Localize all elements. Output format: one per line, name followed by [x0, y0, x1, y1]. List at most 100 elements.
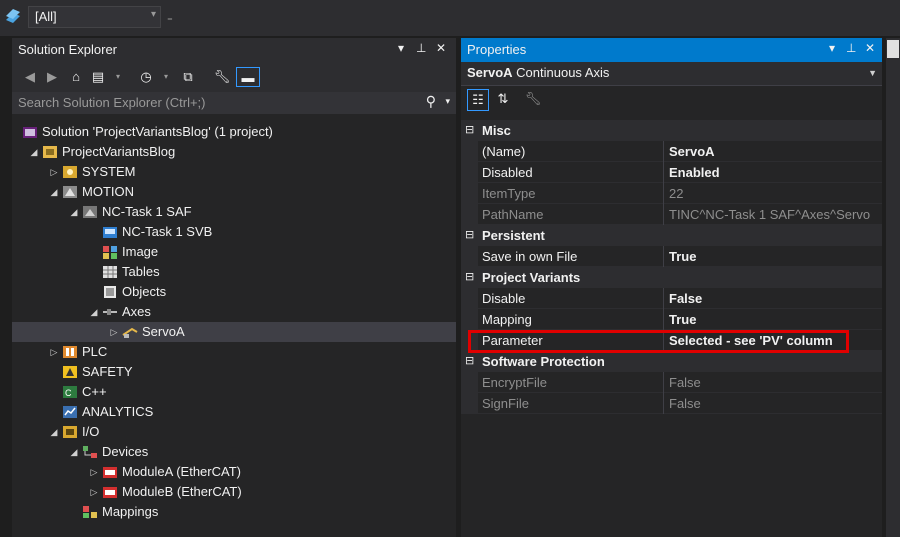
pin-icon[interactable]: ⊥ — [416, 41, 426, 55]
collapsed-arrow-icon[interactable]: ▷ — [108, 322, 120, 342]
tree-node[interactable]: ◢ I/O — [12, 422, 456, 442]
property-value[interactable]: ServoA — [669, 141, 881, 162]
tree-node[interactable]: ◢ NC-Task 1 SAF — [12, 202, 456, 222]
property-category[interactable]: ⊟ Software Protection — [461, 351, 882, 372]
alphabetical-icon[interactable]: ⇅ — [493, 89, 513, 109]
tree-node[interactable]: NC-Task 1 SVB — [12, 222, 456, 242]
expanded-arrow-icon[interactable]: ◢ — [28, 142, 40, 162]
switch-views-icon[interactable]: ▤ — [88, 67, 108, 87]
chevron-down-icon[interactable]: ▾ — [156, 67, 176, 87]
property-value[interactable]: True — [669, 246, 881, 267]
tree-node[interactable]: ◢ ProjectVariantsBlog — [12, 142, 456, 162]
tree-node[interactable]: Mappings — [12, 502, 456, 522]
close-icon[interactable]: ✕ — [865, 41, 875, 55]
expanded-arrow-icon[interactable]: ◢ — [68, 202, 80, 222]
configuration-icon[interactable] — [4, 8, 22, 24]
property-value[interactable]: Enabled — [669, 162, 881, 183]
collapsed-arrow-icon[interactable]: ▷ — [88, 482, 100, 502]
tree-node[interactable]: ▷ ModuleB (EtherCAT) — [12, 482, 456, 502]
tree-node[interactable]: ▷ ServoA — [12, 322, 456, 342]
expanded-arrow-icon[interactable]: ◢ — [88, 302, 100, 322]
pin-icon[interactable]: ⊥ — [846, 41, 856, 55]
tree-node[interactable]: ▷ ModuleA (EtherCAT) — [12, 462, 456, 482]
tree-node[interactable]: ◢ Devices — [12, 442, 456, 462]
collapsed-arrow-icon[interactable]: ▷ — [48, 162, 60, 182]
tree-node[interactable]: SAFETY — [12, 362, 456, 382]
solution-explorer-search[interactable]: Search Solution Explorer (Ctrl+;) ⚲ ▾ — [12, 92, 456, 114]
home-icon[interactable]: ⌂ — [66, 67, 86, 87]
collapse-category-icon[interactable]: ⊟ — [465, 267, 474, 288]
configuration-combo[interactable]: [All] ▾ — [28, 6, 161, 28]
tree-node[interactable]: Image — [12, 242, 456, 262]
chevron-down-icon[interactable]: ▼ — [868, 68, 877, 78]
property-category[interactable]: ⊟ Misc — [461, 120, 882, 141]
tree-node[interactable]: Objects — [12, 282, 456, 302]
sync-icon[interactable]: ⧉ — [178, 67, 198, 87]
pending-changes-filter-icon[interactable]: ◷ — [136, 67, 156, 87]
tree-node-label: Axes — [122, 304, 151, 319]
property-pages-wrench-icon[interactable]: 🔧︎ — [523, 89, 543, 109]
back-icon[interactable]: ◀ — [20, 67, 40, 87]
property-value[interactable]: False — [669, 372, 881, 393]
tree-node-label: SAFETY — [82, 364, 133, 379]
property-value[interactable]: 22 — [669, 183, 881, 204]
chevron-down-icon[interactable]: ▾ — [108, 67, 128, 87]
property-row[interactable]: Save in own File True — [461, 246, 882, 267]
collapse-category-icon[interactable]: ⊟ — [465, 120, 474, 141]
column-divider[interactable] — [663, 393, 664, 414]
property-row[interactable]: PathName TINC^NC-Task 1 SAF^Axes^Servo — [461, 204, 882, 225]
close-icon[interactable]: ✕ — [436, 41, 446, 55]
search-input[interactable]: Search Solution Explorer (Ctrl+;) — [18, 95, 206, 110]
column-divider[interactable] — [663, 246, 664, 267]
column-divider[interactable] — [663, 183, 664, 204]
property-category[interactable]: ⊟ Project Variants — [461, 267, 882, 288]
search-icon[interactable]: ⚲ — [426, 93, 436, 110]
parameter-highlight-box — [468, 330, 849, 353]
property-row[interactable]: (Name) ServoA — [461, 141, 882, 162]
categorized-icon[interactable]: ☷ — [467, 89, 489, 111]
property-row[interactable]: Mapping True — [461, 309, 882, 330]
expanded-arrow-icon[interactable]: ◢ — [48, 182, 60, 202]
column-divider[interactable] — [663, 162, 664, 183]
tree-node[interactable]: ▷ PLC — [12, 342, 456, 362]
tree-node[interactable]: ANALYTICS — [12, 402, 456, 422]
tree-node[interactable]: Tables — [12, 262, 456, 282]
collapsed-arrow-icon[interactable]: ▷ — [88, 462, 100, 482]
tree-node[interactable]: ◢ MOTION — [12, 182, 456, 202]
preview-selected-icon[interactable]: ▬ — [236, 67, 260, 87]
column-divider[interactable] — [663, 204, 664, 225]
chevron-down-icon[interactable]: ▾ — [445, 96, 450, 107]
property-row[interactable]: SignFile False — [461, 393, 882, 414]
window-menu-icon[interactable]: ▾ — [829, 41, 835, 55]
property-value[interactable]: False — [669, 393, 881, 414]
collapsed-arrow-icon[interactable]: ▷ — [48, 342, 60, 362]
property-row[interactable]: Disabled Enabled — [461, 162, 882, 183]
collapse-category-icon[interactable]: ⊟ — [465, 351, 474, 372]
forward-icon[interactable]: ▶ — [42, 67, 62, 87]
motion-icon — [63, 186, 77, 198]
properties-wrench-icon[interactable]: 🔧︎ — [212, 67, 232, 87]
toolbar-overflow-icon[interactable]: ₌ — [167, 11, 173, 24]
property-value[interactable]: TINC^NC-Task 1 SAF^Axes^Servo — [669, 204, 881, 225]
tree-node[interactable]: ◢ Axes — [12, 302, 456, 322]
tree-node[interactable]: C C++ — [12, 382, 456, 402]
expanded-arrow-icon[interactable]: ◢ — [68, 442, 80, 462]
property-row[interactable]: ItemType 22 — [461, 183, 882, 204]
column-divider[interactable] — [663, 141, 664, 162]
side-tab[interactable] — [887, 40, 899, 58]
window-menu-icon[interactable]: ▾ — [398, 41, 404, 55]
ethercat-icon — [103, 467, 117, 478]
tree-node[interactable]: ▷ SYSTEM — [12, 162, 456, 182]
column-divider[interactable] — [663, 372, 664, 393]
column-divider[interactable] — [663, 309, 664, 330]
property-row[interactable]: EncryptFile False — [461, 372, 882, 393]
property-value[interactable]: True — [669, 309, 881, 330]
property-row[interactable]: Disable False — [461, 288, 882, 309]
column-divider[interactable] — [663, 288, 664, 309]
tree-node[interactable]: Solution 'ProjectVariantsBlog' (1 projec… — [12, 122, 456, 142]
property-category[interactable]: ⊟ Persistent — [461, 225, 882, 246]
object-selector[interactable]: ServoA Continuous Axis ▼ — [461, 62, 882, 86]
collapse-category-icon[interactable]: ⊟ — [465, 225, 474, 246]
expanded-arrow-icon[interactable]: ◢ — [48, 422, 60, 442]
property-value[interactable]: False — [669, 288, 881, 309]
